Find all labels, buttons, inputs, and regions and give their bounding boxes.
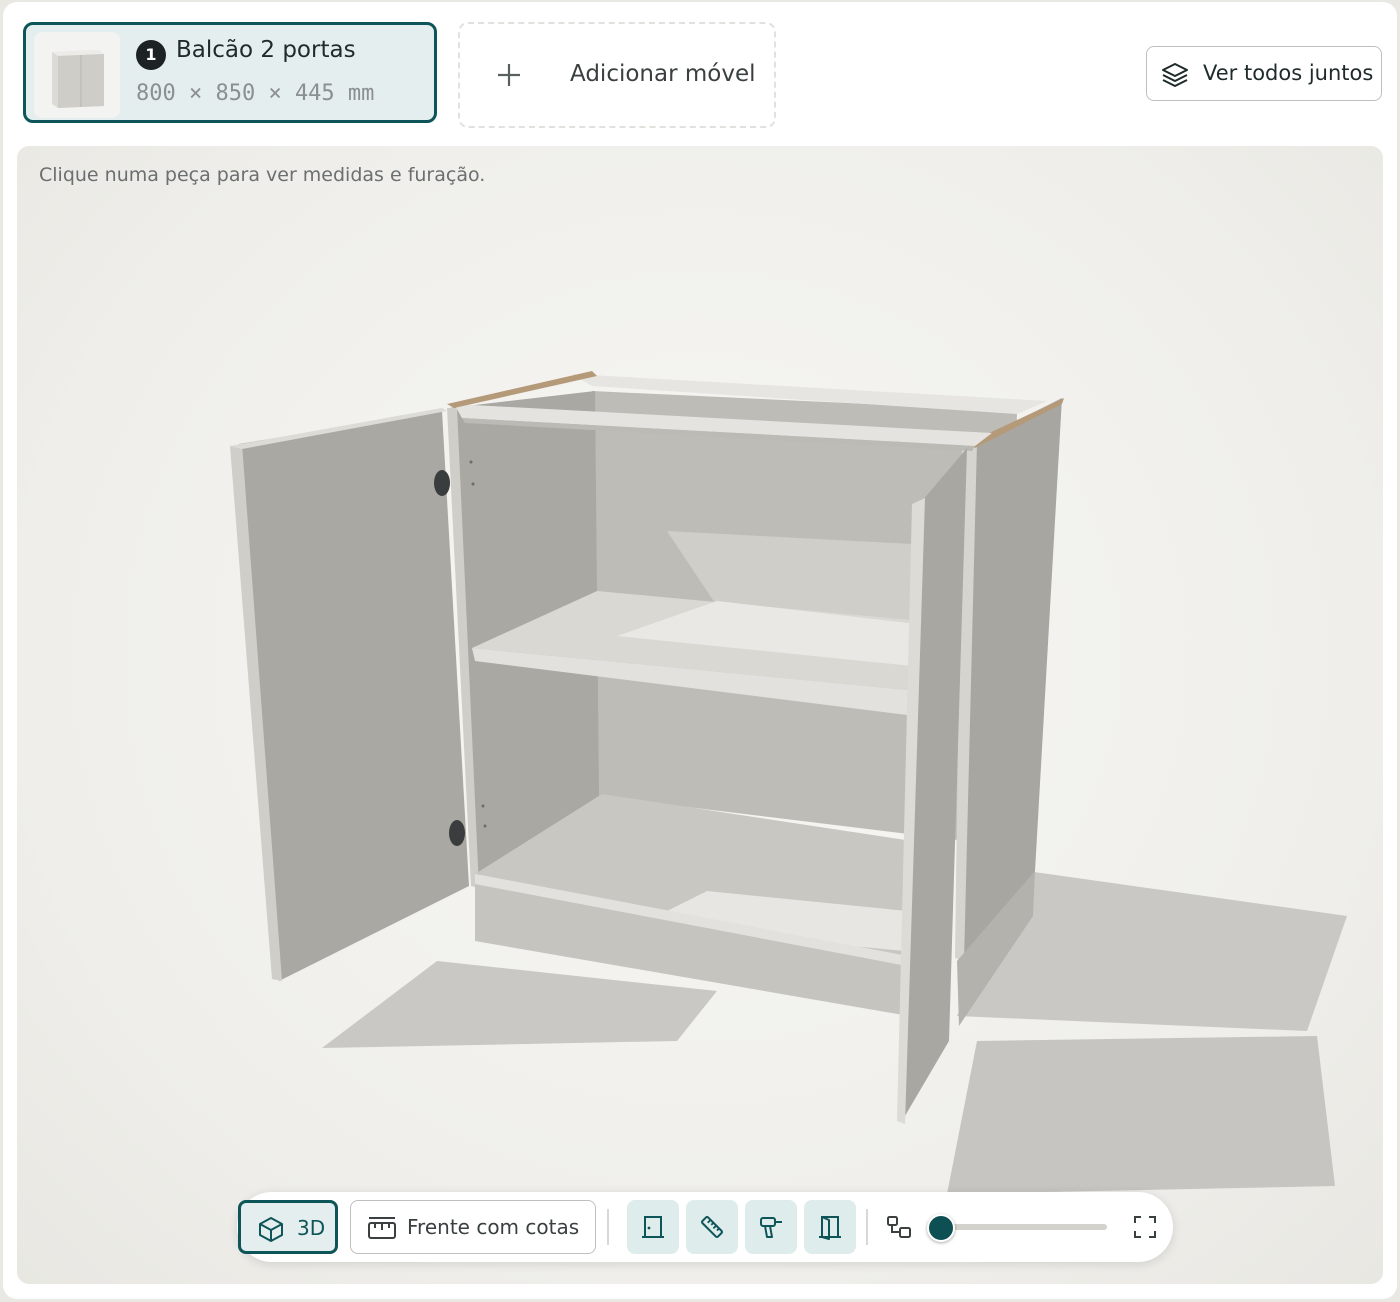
furniture-thumbnail <box>34 32 120 118</box>
door-panel-icon <box>642 1216 664 1238</box>
toggle-doors-button[interactable] <box>627 1200 679 1254</box>
ruler-icon <box>701 1216 723 1238</box>
viewer-toolbar: 3D Frente com cotas <box>237 1192 1173 1262</box>
layers-icon <box>1162 63 1188 87</box>
floor-shadow-left <box>322 961 717 1048</box>
hinge-bottom-icon <box>449 820 465 846</box>
add-furniture-label: Adicionar móvel <box>570 61 756 87</box>
measure-button[interactable] <box>686 1200 738 1254</box>
fullscreen-icon <box>1134 1216 1156 1238</box>
furniture-index-badge: 1 <box>136 40 166 70</box>
floor-shadow-front <box>947 1036 1335 1194</box>
furniture-tab-balcao[interactable]: 1 Balcão 2 portas 800 × 850 × 445 mm <box>23 22 437 123</box>
explode-view-button[interactable] <box>879 1200 919 1254</box>
front-view-dimensions-button[interactable]: Frente com cotas <box>350 1200 596 1254</box>
cabinet-3d-scene[interactable] <box>17 146 1383 1284</box>
fullscreen-button[interactable] <box>1125 1200 1165 1254</box>
explode-slider[interactable] <box>927 1214 1107 1242</box>
ruler-frame-icon <box>368 1217 396 1239</box>
explode-icon <box>887 1216 911 1238</box>
furniture-title: Balcão 2 portas <box>176 37 356 63</box>
drill-icon <box>760 1217 782 1238</box>
toolbar-separator <box>607 1209 609 1245</box>
drilling-button[interactable] <box>745 1200 797 1254</box>
add-furniture-button[interactable]: Adicionar móvel <box>458 22 776 128</box>
cube-icon <box>259 1217 283 1242</box>
viewer-hint: Clique numa peça para ver medidas e fura… <box>39 164 486 186</box>
front-view-dimensions-label: Frente com cotas <box>407 1215 580 1239</box>
view-all-together-button[interactable]: Ver todos juntos <box>1146 46 1382 101</box>
hinge-top-icon <box>434 470 450 496</box>
cabinet-thumbnail-icon <box>52 50 104 108</box>
furniture-dimensions: 800 × 850 × 445 mm <box>136 81 375 106</box>
toolbar-separator <box>866 1209 868 1245</box>
3d-viewer[interactable]: Clique numa peça para ver medidas e fura… <box>17 146 1383 1284</box>
open-door-icon <box>819 1216 841 1240</box>
view-3d-label: 3D <box>297 1216 326 1240</box>
app-window: 1 Balcão 2 portas 800 × 850 × 445 mm Adi… <box>3 2 1397 1299</box>
view-3d-button[interactable]: 3D <box>238 1200 338 1254</box>
plus-icon <box>498 64 520 86</box>
view-all-together-label: Ver todos juntos <box>1203 61 1374 85</box>
open-doors-button[interactable] <box>804 1200 856 1254</box>
explode-slider-handle[interactable] <box>927 1214 955 1242</box>
